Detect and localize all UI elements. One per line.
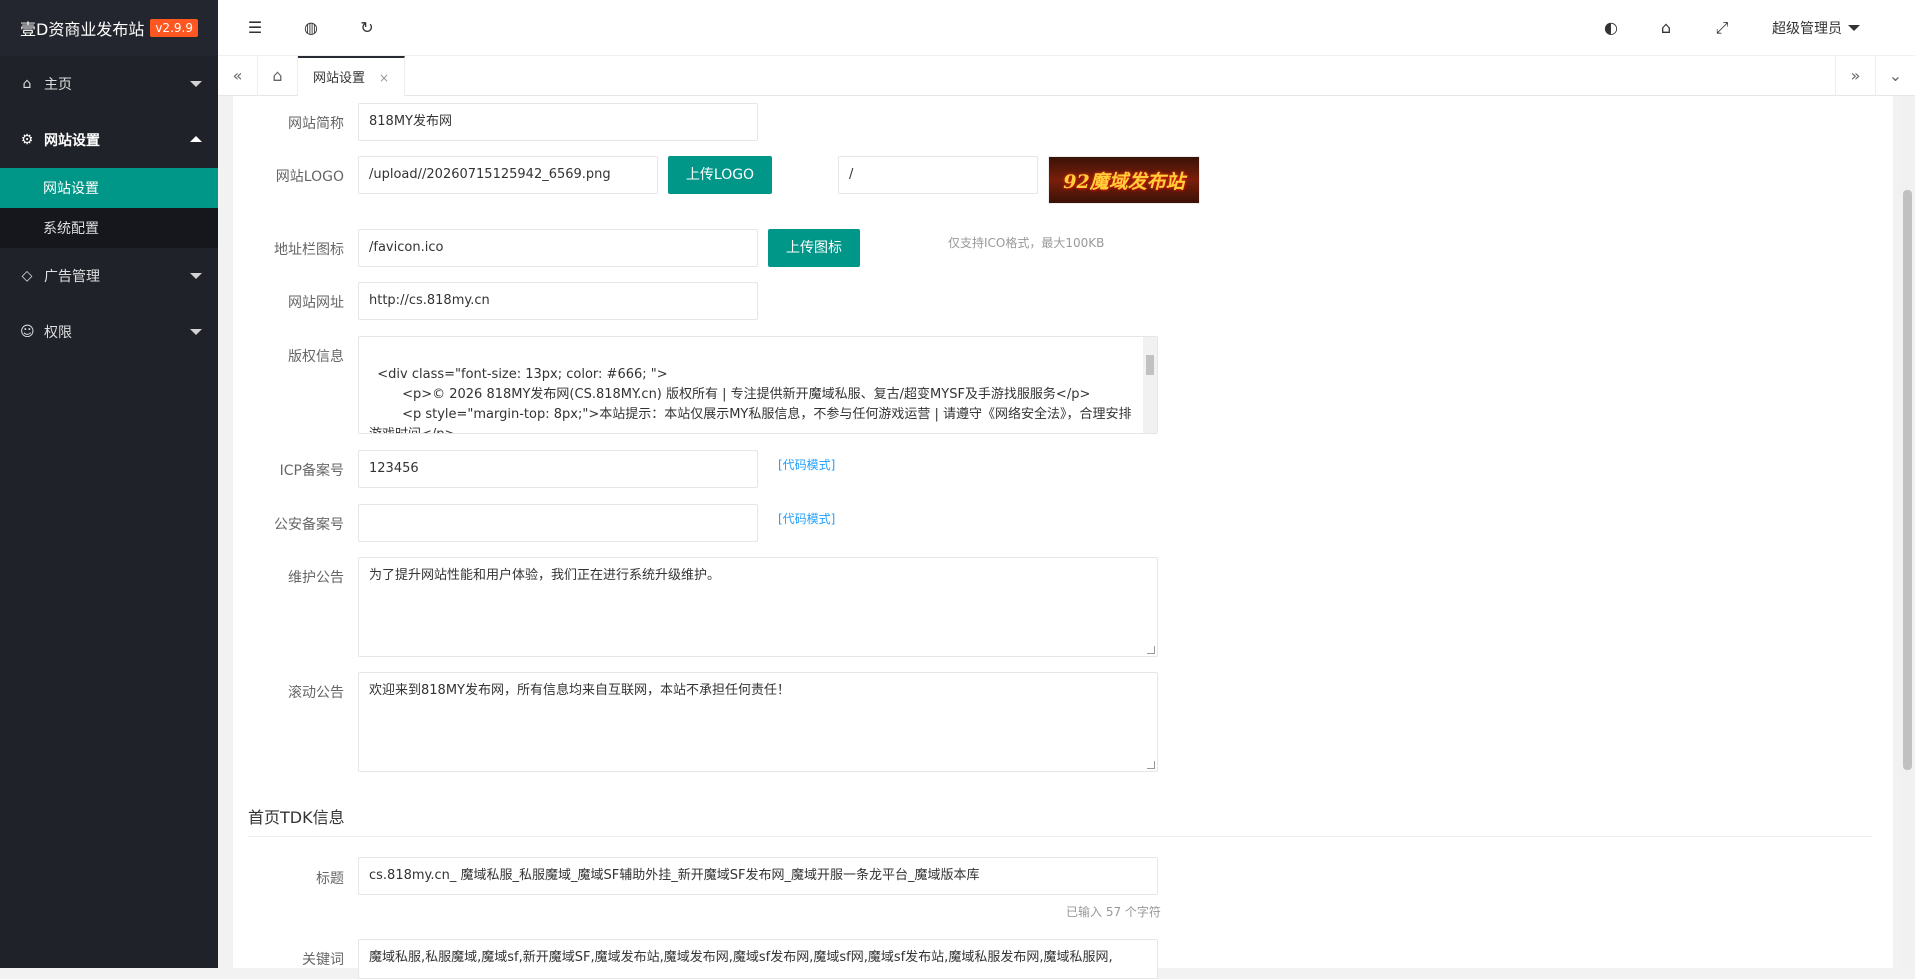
- site-short-name-label: 网站简称: [288, 116, 344, 132]
- sidebar-item-site-settings[interactable]: ⚙ 网站设置: [0, 112, 218, 168]
- theme-icon[interactable]: ◐: [1599, 16, 1623, 40]
- sidebar-item-label: 广告管理: [44, 269, 100, 285]
- caret-down-icon: [1848, 25, 1860, 31]
- globe-icon[interactable]: ◍: [299, 16, 323, 40]
- version-badge: v2.9.9: [150, 19, 198, 37]
- logo-preview: 92魔域发布站: [1048, 156, 1200, 204]
- brand: 壹D资商业发布站 v2.9.9: [0, 0, 218, 56]
- fullscreen-icon[interactable]: ⤢: [1710, 16, 1734, 40]
- favicon-hint: 仅支持ICO格式，最大100KB: [948, 236, 1105, 250]
- upload-logo-button[interactable]: 上传LOGO: [668, 156, 772, 194]
- caret-down-icon: [190, 329, 202, 335]
- user-menu[interactable]: 超级管理员: [1772, 18, 1860, 38]
- tabs-next-icon[interactable]: »: [1835, 56, 1875, 96]
- caret-down-icon: [190, 273, 202, 279]
- maintenance-label: 维护公告: [288, 570, 344, 586]
- sidebar-item-label: 主页: [44, 77, 72, 93]
- scroll-notice-textarea[interactable]: 欢迎来到818MY发布网，所有信息均来自互联网，本站不承担任何责任！: [358, 672, 1158, 772]
- char-count: 已输入 57 个字符: [1066, 905, 1161, 919]
- page-scrollbar-thumb[interactable]: [1903, 190, 1912, 770]
- police-record-label: 公安备案号: [274, 517, 344, 533]
- menu-toggle-icon[interactable]: ☰: [243, 16, 267, 40]
- sidebar-item-label: 网站设置: [44, 133, 100, 149]
- police-code-mode-link[interactable]: [代码模式]: [778, 510, 835, 527]
- tdk-keywords-label: 关键词: [302, 952, 344, 968]
- tdk-title-label: 标题: [316, 871, 344, 887]
- diamond-icon: ◇: [21, 268, 33, 284]
- icp-input[interactable]: 123456: [358, 450, 758, 488]
- scroll-notice-text: 欢迎来到818MY发布网，所有信息均来自互联网，本站不承担任何责任！: [369, 683, 790, 698]
- brand-name: 壹D资商业发布站: [20, 20, 145, 39]
- home-icon: ⌂: [22, 76, 32, 92]
- tabs-bar: « ⌂ 网站设置 × » ⌄: [218, 56, 1915, 96]
- user-name: 超级管理员: [1772, 21, 1842, 37]
- icp-code-mode-link[interactable]: [代码模式]: [778, 456, 835, 473]
- site-logo-input[interactable]: /upload//20260715125942_6569.png: [358, 156, 658, 194]
- tag-icon[interactable]: ⌂: [1654, 16, 1678, 40]
- copyright-textarea[interactable]: <div class="font-size: 13px; color: #666…: [358, 336, 1158, 434]
- tdk-keywords-input[interactable]: 魔域私服,私服魔域,魔域sf,新开魔域SF,魔域发布站,魔域发布网,魔域sf发布…: [358, 939, 1158, 979]
- tdk-section-title: 首页TDK信息: [248, 808, 345, 827]
- copyright-text: <div class="font-size: 13px; color: #666…: [369, 367, 1132, 433]
- tabs-menu-icon[interactable]: ⌄: [1875, 56, 1915, 96]
- maintenance-textarea[interactable]: 为了提升网站性能和用户体验，我们正在进行系统升级维护。: [358, 557, 1158, 657]
- close-icon[interactable]: ×: [379, 71, 389, 85]
- topbar: ☰ ◍ ↻ ◐ ⌂ ⤢ 超级管理员: [218, 0, 1915, 56]
- scrollbar-thumb[interactable]: [1146, 355, 1154, 375]
- caret-down-icon: [190, 81, 202, 87]
- site-url-label: 网站网址: [288, 295, 344, 311]
- sidebar-item-home[interactable]: ⌂ 主页: [0, 56, 218, 112]
- subnav-item-system-config[interactable]: 系统配置: [0, 208, 218, 248]
- section-divider: [248, 836, 1872, 837]
- tdk-title-input[interactable]: cs.818my.cn_ 魔域私服_私服魔域_魔域SF辅助外挂_新开魔域SF发布…: [358, 857, 1158, 895]
- gear-icon: ⚙: [20, 132, 34, 148]
- logo-text: 92魔域发布站: [1063, 170, 1185, 193]
- subnav-item-site-settings[interactable]: 网站设置: [0, 168, 218, 208]
- scroll-notice-label: 滚动公告: [288, 685, 344, 701]
- tab-label: 网站设置: [313, 71, 366, 86]
- maintenance-text: 为了提升网站性能和用户体验，我们正在进行系统升级维护。: [369, 568, 721, 583]
- police-record-input[interactable]: [358, 504, 758, 542]
- tab-site-settings[interactable]: 网站设置 ×: [298, 56, 406, 96]
- caret-up-icon: [190, 136, 202, 142]
- resize-handle[interactable]: [1147, 761, 1155, 769]
- sidebar-item-label: 权限: [44, 325, 72, 341]
- refresh-icon[interactable]: ↻: [355, 16, 379, 40]
- favicon-label: 地址栏图标: [274, 242, 344, 258]
- user-icon: ☺: [20, 324, 35, 340]
- sidebar-item-permissions[interactable]: ☺ 权限: [0, 304, 218, 360]
- upload-icon-button[interactable]: 上传图标: [768, 229, 860, 267]
- site-logo-label: 网站LOGO: [275, 169, 344, 185]
- site-url-input[interactable]: http://cs.818my.cn: [358, 282, 758, 320]
- sidebar-item-ads[interactable]: ◇ 广告管理: [0, 248, 218, 304]
- tabs-prev-icon[interactable]: «: [218, 56, 258, 96]
- resize-handle[interactable]: [1147, 646, 1155, 654]
- home-tab-icon[interactable]: ⌂: [258, 56, 298, 96]
- scrollbar[interactable]: [1143, 337, 1157, 433]
- sidebar: 壹D资商业发布站 v2.9.9 ⌂ 主页 ⚙ 网站设置 网站设置 系统配置 ◇ …: [0, 0, 218, 968]
- logo-path-input[interactable]: /: [838, 156, 1038, 194]
- copyright-label: 版权信息: [288, 349, 344, 365]
- subnav: 网站设置 系统配置: [0, 168, 218, 248]
- favicon-input[interactable]: /favicon.ico: [358, 229, 758, 267]
- icp-label: ICP备案号: [279, 463, 344, 479]
- site-short-name-input[interactable]: 818MY发布网: [358, 103, 758, 141]
